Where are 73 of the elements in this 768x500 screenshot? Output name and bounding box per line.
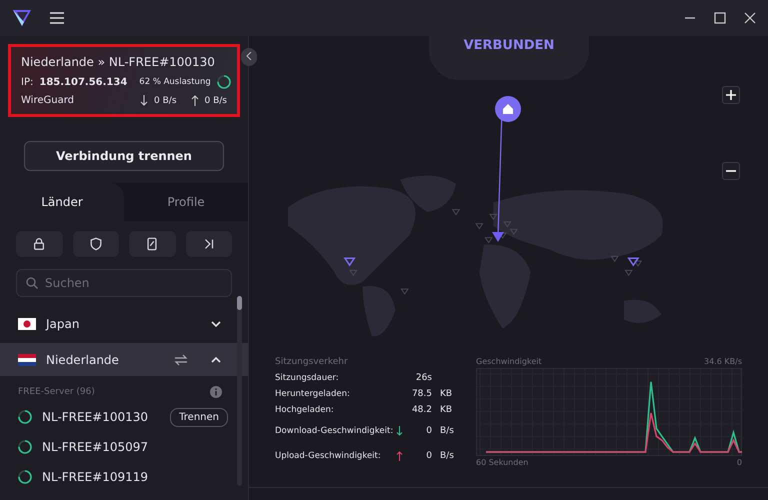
disconnect-button[interactable]: Verbindung trennen [24,141,224,171]
ip-address: 185.107.56.134 [39,76,128,88]
server-name: NL-FREE#105097 [42,440,148,454]
location-pin-icon [492,232,504,242]
upload-arrow-icon [396,451,403,461]
disconnect-server-button[interactable]: Trennen [170,408,228,426]
section-title: Sitzungsverkehr [275,357,349,367]
filter-button[interactable] [129,231,176,257]
country-row[interactable]: Japan [0,307,248,340]
collapse-button[interactable] [241,48,257,66]
axis-label: 0 [736,458,742,467]
lock-icon [32,237,46,251]
stat-value: 0 [425,450,432,460]
card-icon [145,237,160,251]
stat-label: Sitzungsdauer: [275,373,340,383]
stat-label: Heruntergeladen: [275,389,351,399]
flag-icon [18,318,36,330]
reconnect-icon[interactable] [174,354,188,366]
stat-label: Download-Geschwindigkeit: [275,426,394,436]
server-row[interactable]: NL-FREE#109119 [0,462,248,492]
scrollbar[interactable] [237,296,242,486]
ip-label: IP: [21,76,34,88]
stat-unit: KB [439,389,454,399]
chart-max: 34.6 KB/s [704,357,742,366]
status-text: VERBUNDEN [464,38,554,55]
country-name: Japan [46,316,80,330]
download-rate: 0 B/s [154,96,177,106]
close-icon[interactable] [744,12,756,24]
protocol-text: WireGuard [21,95,74,106]
country-name: Niederlande [46,352,119,366]
chart-title: Geschwindigkeit [476,357,542,366]
stat-unit: B/s [439,426,455,436]
upload-rate: 0 B/s [204,96,227,106]
search-field[interactable]: Suchen [16,269,232,297]
group-title: FREE-Server (96) [18,387,95,397]
stat-unit: B/s [439,450,455,460]
zoom-in-button[interactable] [722,86,740,104]
server-row[interactable]: NL-FREE#100130 Trennen [0,402,248,432]
stat-label: Hochgeladen: [275,405,335,415]
plus-icon [726,90,736,100]
load-ring-icon [18,470,32,484]
server-name: NL-FREE#100130 [42,410,148,424]
axis-label: 60 Sekunden [476,458,528,467]
maximize-icon[interactable] [714,12,726,24]
stat-value: 78.5 [410,389,432,399]
server-location: Niederlande » NL-FREE#100130 [21,55,216,69]
zoom-out-button[interactable] [722,162,740,180]
chevron-left-icon [246,52,252,60]
load-ring-icon [18,440,32,454]
search-icon [26,277,38,289]
stat-value: 48.2 [410,405,432,415]
load-ring-icon [216,75,231,89]
upload-arrow-icon [190,95,199,106]
filter-button[interactable] [16,231,62,257]
menu-icon[interactable] [50,12,64,24]
stat-value: 0 [425,426,432,436]
logo-icon [12,9,32,27]
stat-unit: KB [439,405,454,415]
home-icon [495,96,521,122]
shield-icon [88,237,103,251]
load-ring-icon [18,410,32,424]
download-arrow-icon [140,95,148,106]
stat-value: 26s [414,373,432,383]
server-row[interactable]: NL-FREE#105097 [0,432,248,462]
info-icon[interactable] [210,386,222,398]
load-text: 62 % Auslastung [139,77,211,87]
server-name: NL-FREE#109119 [42,470,148,484]
tab[interactable]: Länder [0,183,124,221]
filter-button[interactable] [72,231,119,257]
flag-icon [18,354,36,366]
stat-label: Upload-Geschwindigkeit: [275,450,382,460]
download-arrow-icon [396,426,403,436]
country-row[interactable]: Niederlande [0,343,248,376]
